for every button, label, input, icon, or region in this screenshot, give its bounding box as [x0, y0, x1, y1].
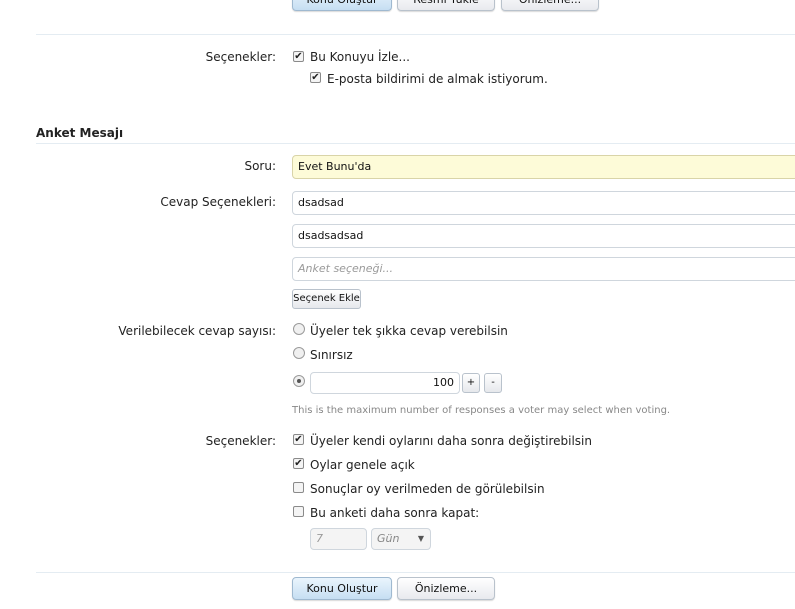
question-label: Soru:	[244, 159, 276, 173]
add-option-button[interactable]: Seçenek Ekle	[292, 289, 361, 309]
max-unlimited-radio[interactable]	[293, 347, 305, 359]
poll-section-separator	[36, 143, 795, 144]
change-vote-label: Üyeler kendi oylarını daha sonra değişti…	[310, 434, 592, 448]
separator-top	[36, 34, 795, 35]
options-label: Seçenekler:	[205, 50, 276, 64]
decrement-button[interactable]: -	[484, 373, 502, 393]
create-thread-button[interactable]: Konu Oluştur	[292, 577, 392, 600]
public-votes-checkbox[interactable]: ✔	[293, 458, 304, 469]
watch-thread-label: Bu Konuyu İzle...	[310, 50, 410, 64]
answer-input-1[interactable]: dsadsad	[292, 191, 795, 215]
separator-bottom	[36, 572, 795, 573]
max-single-label: Üyeler tek şıkka cevap verebilsin	[310, 324, 508, 338]
preview-button-top[interactable]: Önizleme...	[501, 0, 599, 11]
poll-section-title: Anket Mesajı	[36, 126, 124, 140]
close-unit-value: Gün	[377, 532, 400, 545]
email-notify-label: E-posta bildirimi de almak istiyorum.	[327, 72, 548, 86]
upload-image-button[interactable]: Resmi Yükle	[397, 0, 495, 11]
change-vote-checkbox[interactable]: ✔	[293, 434, 304, 445]
answers-label: Cevap Seçenekleri:	[160, 195, 276, 209]
poll-options-label: Seçenekler:	[205, 434, 276, 448]
max-responses-input[interactable]: 100	[310, 372, 460, 394]
answer-input-2[interactable]: dsadsadsad	[292, 224, 795, 248]
watch-thread-checkbox[interactable]: ✔	[293, 51, 304, 62]
increment-button[interactable]: +	[462, 373, 480, 393]
max-unlimited-label: Sınırsız	[310, 348, 353, 362]
max-responses-label: Verilebilecek cevap sayısı:	[118, 324, 276, 338]
close-days-input[interactable]: 7	[310, 528, 367, 550]
create-thread-button-top[interactable]: Konu Oluştur	[292, 0, 392, 11]
view-results-label: Sonuçlar oy verilmeden de görülebilsin	[310, 482, 545, 496]
email-notify-checkbox[interactable]: ✔	[310, 72, 321, 83]
question-input[interactable]: Evet Bunu'da	[292, 155, 795, 179]
max-number-radio[interactable]	[293, 375, 305, 387]
chevron-down-icon: ▼	[417, 534, 424, 543]
close-unit-select[interactable]: Gün ▼	[371, 528, 431, 550]
close-poll-label: Bu anketi daha sonra kapat:	[310, 506, 480, 520]
view-results-checkbox[interactable]	[293, 482, 304, 493]
close-poll-checkbox[interactable]	[293, 506, 304, 517]
max-responses-help: This is the maximum number of responses …	[292, 405, 671, 416]
public-votes-label: Oylar genele açık	[310, 458, 415, 472]
preview-button[interactable]: Önizleme...	[397, 577, 495, 600]
max-single-radio[interactable]	[293, 323, 305, 335]
answer-input-placeholder[interactable]: Anket seçeneği...	[292, 257, 795, 281]
